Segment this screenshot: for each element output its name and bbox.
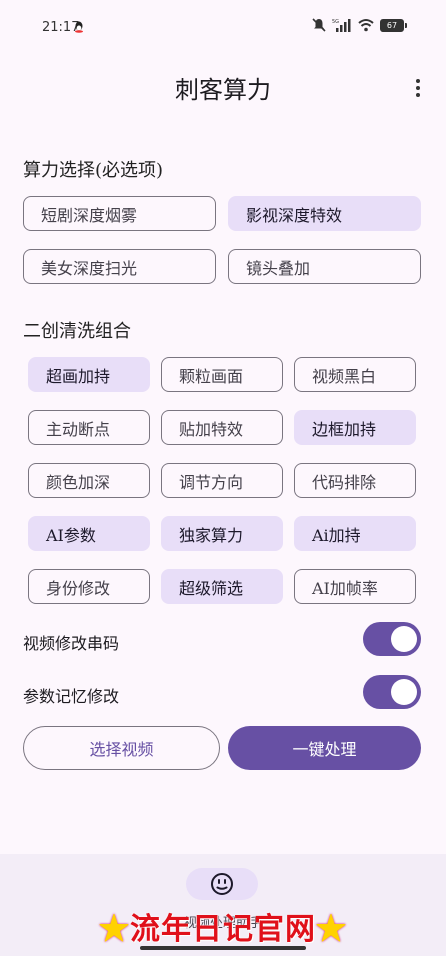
more-options-icon[interactable] [408,74,428,102]
chip-add-effects[interactable]: 贴加特效 [161,410,283,445]
section-compute-title: 算力选择(必选项) [23,160,164,181]
select-video-button[interactable]: 选择视频 [23,726,220,770]
qq-icon [75,21,83,33]
nav-item-home[interactable] [186,868,258,900]
chip-code-exclude[interactable]: 代码排除 [294,463,416,498]
chip-lens-overlay[interactable]: 镜头叠加 [228,249,421,284]
chip-ai-boost[interactable]: Ai加持 [294,516,416,551]
section-remix-title: 二创清洗组合 [23,321,131,342]
smiley-icon [211,873,233,895]
star-icon: ★ [316,912,347,947]
chip-super-filter[interactable]: 超级筛选 [161,569,283,604]
star-icon: ★ [99,912,130,947]
chip-identity-modify[interactable]: 身份修改 [28,569,150,604]
chip-ai-framerate[interactable]: AI加帧率 [294,569,416,604]
chip-ai-params[interactable]: AI参数 [28,516,150,551]
network-type: 5G [332,19,339,25]
switch-label-video-code: 视频修改串码 [23,634,120,653]
chip-border[interactable]: 边框加持 [294,410,416,445]
chip-deepen-color[interactable]: 颜色加深 [28,463,150,498]
chip-short-drama-smoke[interactable]: 短剧深度烟雾 [23,196,216,231]
status-icons: 5G 67 [312,18,407,32]
toggle-video-code[interactable] [363,622,421,656]
app-title: 刺客算力 [175,76,271,104]
chip-super-picture[interactable]: 超画加持 [28,357,150,392]
chip-adjust-direction[interactable]: 调节方向 [161,463,283,498]
toggle-param-memory[interactable] [363,675,421,709]
battery-icon: 67 [380,18,407,32]
chip-beauty-sweep-light[interactable]: 美女深度扫光 [23,249,216,284]
process-button[interactable]: 一键处理 [228,726,421,770]
chip-exclusive-compute[interactable]: 独家算力 [161,516,283,551]
home-indicator[interactable] [140,946,306,950]
watermark-text: 流年日记官网 [130,912,316,947]
wifi-icon [358,19,374,32]
chip-film-effects[interactable]: 影视深度特效 [228,196,421,231]
status-bar: 21:17 5G 67 [0,0,446,56]
chip-black-white[interactable]: 视频黑白 [294,357,416,392]
mute-icon [312,18,326,32]
toggle-knob [391,626,417,652]
toggle-knob [391,679,417,705]
switch-label-param-memory: 参数记忆修改 [23,687,120,706]
watermark: ★流年日记官网★ [0,904,446,948]
chip-grain[interactable]: 颗粒画面 [161,357,283,392]
signal-icon: 5G [332,19,351,32]
chip-breakpoint[interactable]: 主动断点 [28,410,150,445]
